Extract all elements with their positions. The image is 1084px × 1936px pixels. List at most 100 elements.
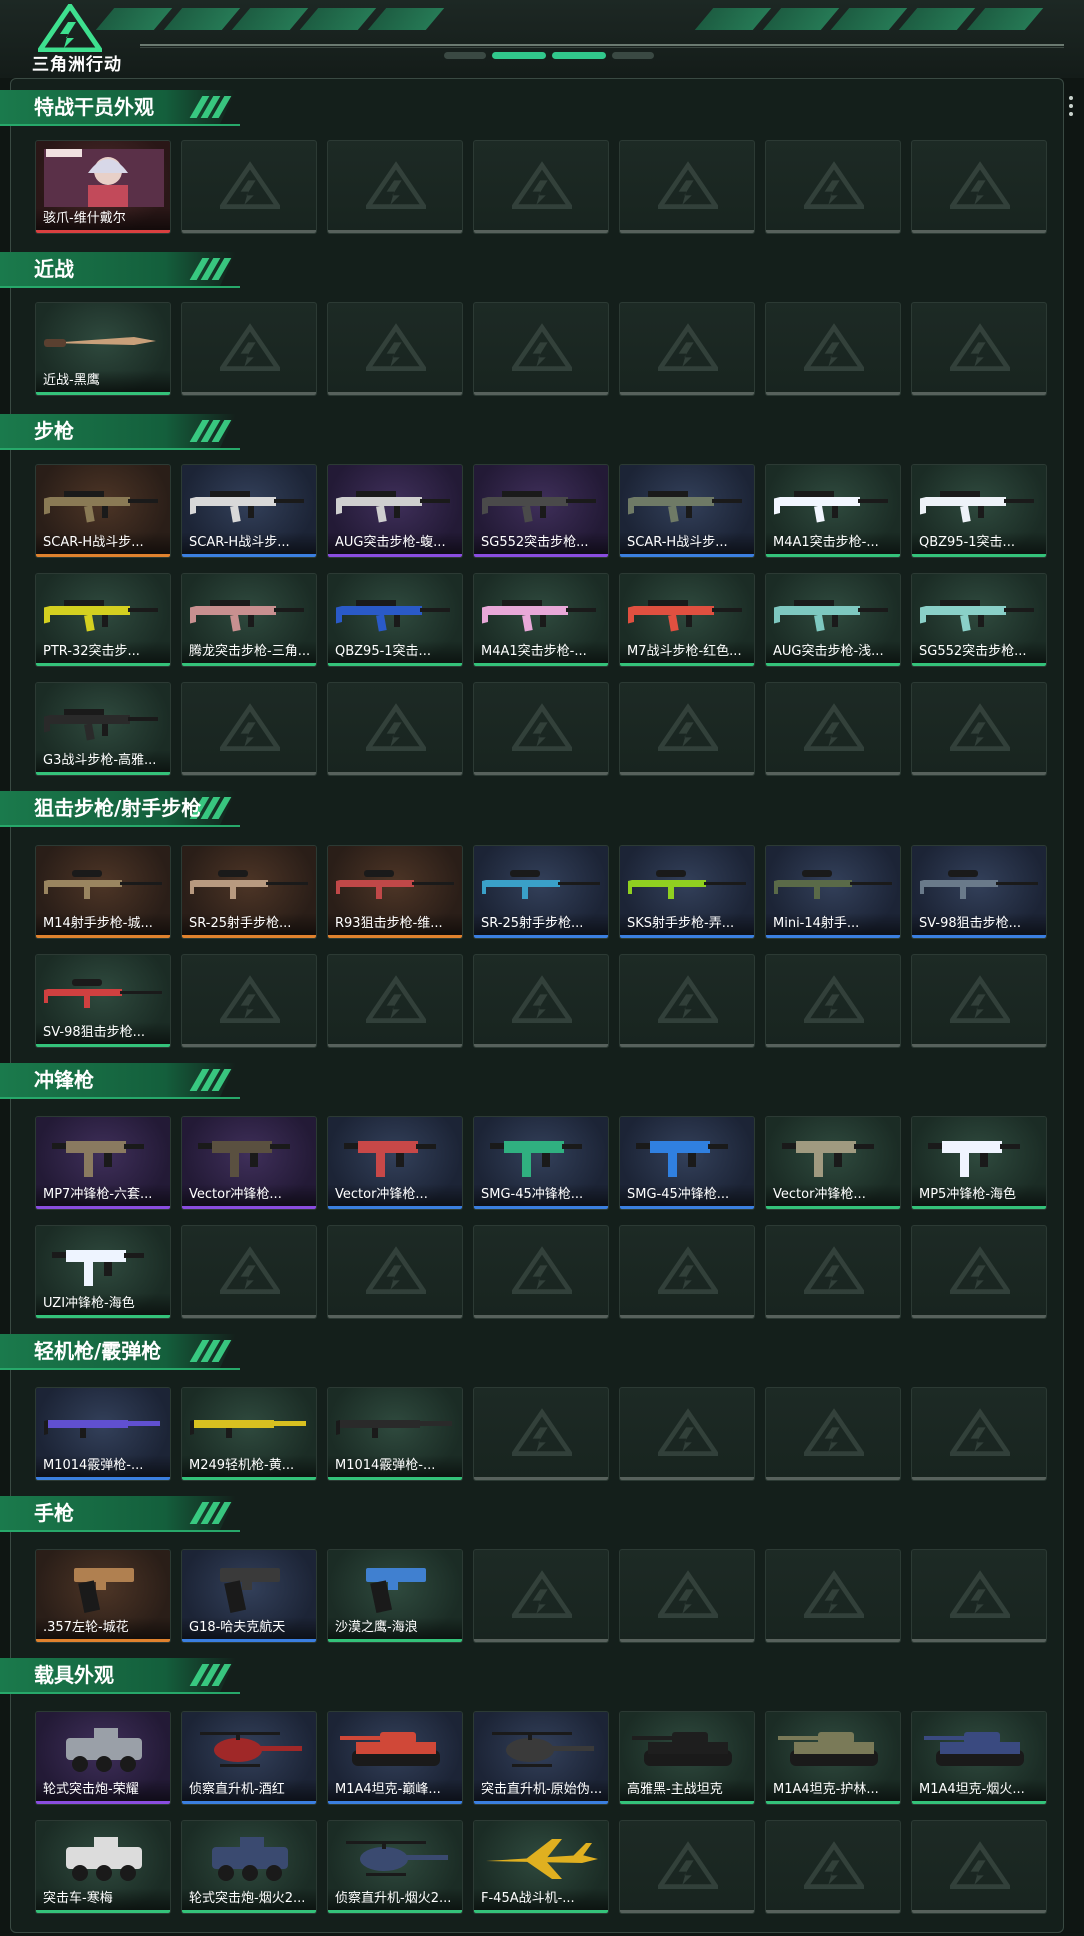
item-card[interactable]: SR-25射手步枪... <box>181 845 317 939</box>
item-card[interactable]: M1A4坦克-护林... <box>765 1711 901 1805</box>
item-label: AUG突击步枪-浅... <box>766 641 900 663</box>
item-card[interactable]: F-45A战斗机-... <box>473 1820 609 1914</box>
item-card[interactable]: SMG-45冲锋枪... <box>473 1116 609 1210</box>
item-card[interactable]: M4A1突击步枪-... <box>473 573 609 667</box>
item-card[interactable]: M1014霰弹枪-... <box>327 1387 463 1481</box>
rifle-icon <box>336 600 450 632</box>
item-card[interactable]: SKS射手步枪-弄... <box>619 845 755 939</box>
item-card[interactable]: 侦察直升机-烟火2... <box>327 1820 463 1914</box>
quality-bar <box>182 1801 316 1804</box>
item-label: 侦察直升机-酒红 <box>182 1779 316 1801</box>
item-card[interactable]: M4A1突击步枪-... <box>765 464 901 558</box>
delta-watermark-icon <box>658 1408 718 1456</box>
rifle-icon <box>44 491 158 523</box>
item-card[interactable]: M1A4坦克-巅峰... <box>327 1711 463 1805</box>
item-label: 轮式突击炮-烟火2... <box>182 1888 316 1910</box>
item-card[interactable]: SCAR-H战斗步... <box>181 464 317 558</box>
item-card[interactable]: Mini-14射手... <box>765 845 901 939</box>
item-card[interactable]: SG552突击步枪... <box>473 464 609 558</box>
quality-bar <box>328 1910 462 1913</box>
item-card[interactable]: 突击直升机-原始伪... <box>473 1711 609 1805</box>
knife-icon <box>44 337 156 347</box>
item-card[interactable]: M14射手步枪-城... <box>35 845 171 939</box>
quality-bar <box>620 663 754 666</box>
item-card[interactable]: Vector冲锋枪... <box>765 1116 901 1210</box>
item-card[interactable]: G18-哈夫克航天 <box>181 1549 317 1643</box>
item-card[interactable]: M1014霰弹枪-... <box>35 1387 171 1481</box>
quality-bar <box>36 1477 170 1480</box>
rifle-icon <box>336 491 450 523</box>
item-card[interactable]: G3战斗步枪-高雅... <box>35 682 171 776</box>
delta-watermark-icon <box>220 975 280 1023</box>
item-card[interactable]: SMG-45冲锋枪... <box>619 1116 755 1210</box>
item-card[interactable]: Vector冲锋枪... <box>181 1116 317 1210</box>
item-card[interactable]: R93狙击步枪-维... <box>327 845 463 939</box>
item-card[interactable]: 腾龙突击步枪-三角... <box>181 573 317 667</box>
sniper-icon <box>774 870 892 899</box>
item-label: 侦察直升机-烟火2... <box>328 1888 462 1910</box>
item-card[interactable]: 近战-黑鹰 <box>35 302 171 396</box>
more-menu-icon[interactable] <box>1069 96 1073 120</box>
item-card[interactable]: 骇爪-维什戴尔 <box>35 140 171 234</box>
delta-watermark-icon <box>512 1408 572 1456</box>
quality-bar <box>912 1206 1046 1209</box>
item-card[interactable]: M1A4坦克-烟火... <box>911 1711 1047 1805</box>
empty-slot <box>619 954 755 1048</box>
item-card[interactable]: .357左轮-城花 <box>35 1549 171 1643</box>
section-underline <box>0 448 240 450</box>
item-card[interactable]: QBZ95-1突击... <box>327 573 463 667</box>
item-card[interactable]: 沙漠之鹰-海浪 <box>327 1549 463 1643</box>
item-card[interactable]: MP7冲锋枪-六套... <box>35 1116 171 1210</box>
quality-bar <box>36 230 170 233</box>
empty-slot <box>327 954 463 1048</box>
empty-slot <box>619 1549 755 1643</box>
section-title: 手枪 <box>34 1501 74 1525</box>
item-card[interactable]: SG552突击步枪... <box>911 573 1047 667</box>
pistol-icon <box>220 1568 280 1614</box>
item-label: M4A1突击步枪-... <box>474 641 608 663</box>
tank-icon <box>924 1732 1024 1766</box>
item-label: PTR-32突击步... <box>36 641 170 663</box>
quality-bar <box>328 1639 462 1642</box>
helicopter-icon <box>200 1732 302 1767</box>
smg-icon <box>928 1141 1020 1177</box>
item-card[interactable]: MP5冲锋枪-海色 <box>911 1116 1047 1210</box>
item-card[interactable]: 轮式突击炮-荣耀 <box>35 1711 171 1805</box>
operator-portrait-icon <box>44 149 164 207</box>
rifle-icon <box>774 491 888 523</box>
sniper-icon <box>44 870 162 899</box>
item-card[interactable]: M7战斗步枪-红色... <box>619 573 755 667</box>
header-decoration-right <box>694 8 1044 32</box>
item-label: 近战-黑鹰 <box>36 370 170 392</box>
section-slashes-decoration <box>189 1334 232 1368</box>
item-label: SR-25射手步枪... <box>182 913 316 935</box>
item-card[interactable]: SCAR-H战斗步... <box>619 464 755 558</box>
item-card[interactable]: UZI冲锋枪-海色 <box>35 1225 171 1319</box>
item-card[interactable]: 高雅黑-主战坦克 <box>619 1711 755 1805</box>
quality-bar <box>328 1477 462 1480</box>
item-card[interactable]: M249轻机枪-黄... <box>181 1387 317 1481</box>
quality-bar <box>912 1801 1046 1804</box>
delta-watermark-icon <box>658 161 718 209</box>
item-card[interactable]: PTR-32突击步... <box>35 573 171 667</box>
item-card[interactable]: AUG突击步枪-蝮... <box>327 464 463 558</box>
item-card[interactable]: SV-98狙击步枪... <box>911 845 1047 939</box>
delta-watermark-icon <box>804 323 864 371</box>
empty-slot <box>181 140 317 234</box>
quality-bar <box>912 554 1046 557</box>
item-card[interactable]: QBZ95-1突击... <box>911 464 1047 558</box>
delta-watermark-icon <box>366 161 426 209</box>
item-card[interactable]: AUG突击步枪-浅... <box>765 573 901 667</box>
item-card[interactable]: SV-98狙击步枪... <box>35 954 171 1048</box>
item-card[interactable]: SR-25射手步枪... <box>473 845 609 939</box>
sniper-icon <box>482 870 600 899</box>
empty-slot <box>619 1820 755 1914</box>
item-card[interactable]: SCAR-H战斗步... <box>35 464 171 558</box>
item-label: G3战斗步枪-高雅... <box>36 750 170 772</box>
item-card[interactable]: 侦察直升机-酒红 <box>181 1711 317 1805</box>
item-label: M1A4坦克-护林... <box>766 1779 900 1801</box>
item-card[interactable]: Vector冲锋枪... <box>327 1116 463 1210</box>
item-card[interactable]: 突击车-寒梅 <box>35 1820 171 1914</box>
quality-bar <box>766 1801 900 1804</box>
item-card[interactable]: 轮式突击炮-烟火2... <box>181 1820 317 1914</box>
